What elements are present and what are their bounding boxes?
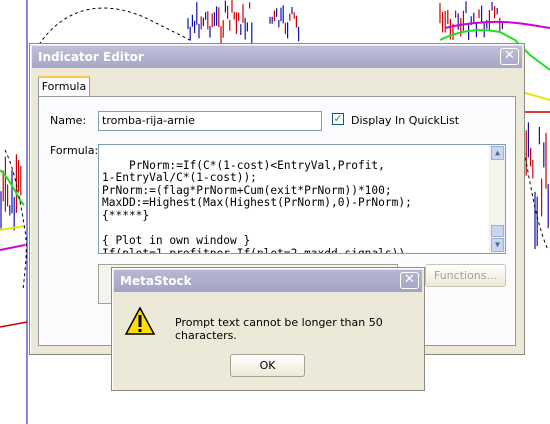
ma-line-yellow xyxy=(0,225,26,231)
tab-formula-label: Formula xyxy=(41,80,87,93)
metastock-message-dialog: MetaStock ✕ Prompt text cannot be longer… xyxy=(111,267,425,391)
indicator-editor-titlebar[interactable]: Indicator Editor ✕ xyxy=(32,46,522,68)
formula-text: PrNorm:=If(C*(1-cost)<EntryVal,Profit, 1… xyxy=(102,158,412,254)
tab-formula[interactable]: Formula xyxy=(38,76,90,96)
formula-label: Formula: xyxy=(50,144,99,157)
message-text: Prompt text cannot be longer than 50 cha… xyxy=(175,316,383,342)
ma-line-magenta xyxy=(0,244,26,251)
message-titlebar[interactable]: MetaStock ✕ xyxy=(114,270,422,292)
indicator-editor-title: Indicator Editor xyxy=(38,50,144,64)
editor-close-button[interactable]: ✕ xyxy=(500,48,519,65)
ok-button[interactable]: OK xyxy=(230,354,305,377)
scroll-down-button[interactable]: ▼ xyxy=(491,238,504,252)
name-field[interactable]: tromba-rija-arnie xyxy=(98,111,322,131)
display-quicklist-checkbox[interactable]: ✓ xyxy=(332,113,344,125)
name-label: Name: xyxy=(50,114,87,127)
formula-editor[interactable]: PrNorm:=If(C*(1-cost)<EntryVal,Profit, 1… xyxy=(98,144,506,254)
scroll-thumb[interactable] xyxy=(491,225,504,237)
formula-scrollbar[interactable]: ▲ ▼ xyxy=(489,145,505,253)
display-quicklist-label: Display In QuickList xyxy=(351,114,460,127)
functions-button[interactable]: Functions... xyxy=(425,264,506,287)
dotted-band-left xyxy=(4,149,27,291)
ma-line-yellow-right xyxy=(521,91,550,101)
message-close-button[interactable]: ✕ xyxy=(400,272,419,289)
red-line xyxy=(0,321,28,328)
scroll-up-button[interactable]: ▲ xyxy=(491,146,504,160)
warning-icon xyxy=(124,306,156,335)
message-title: MetaStock xyxy=(120,274,192,288)
